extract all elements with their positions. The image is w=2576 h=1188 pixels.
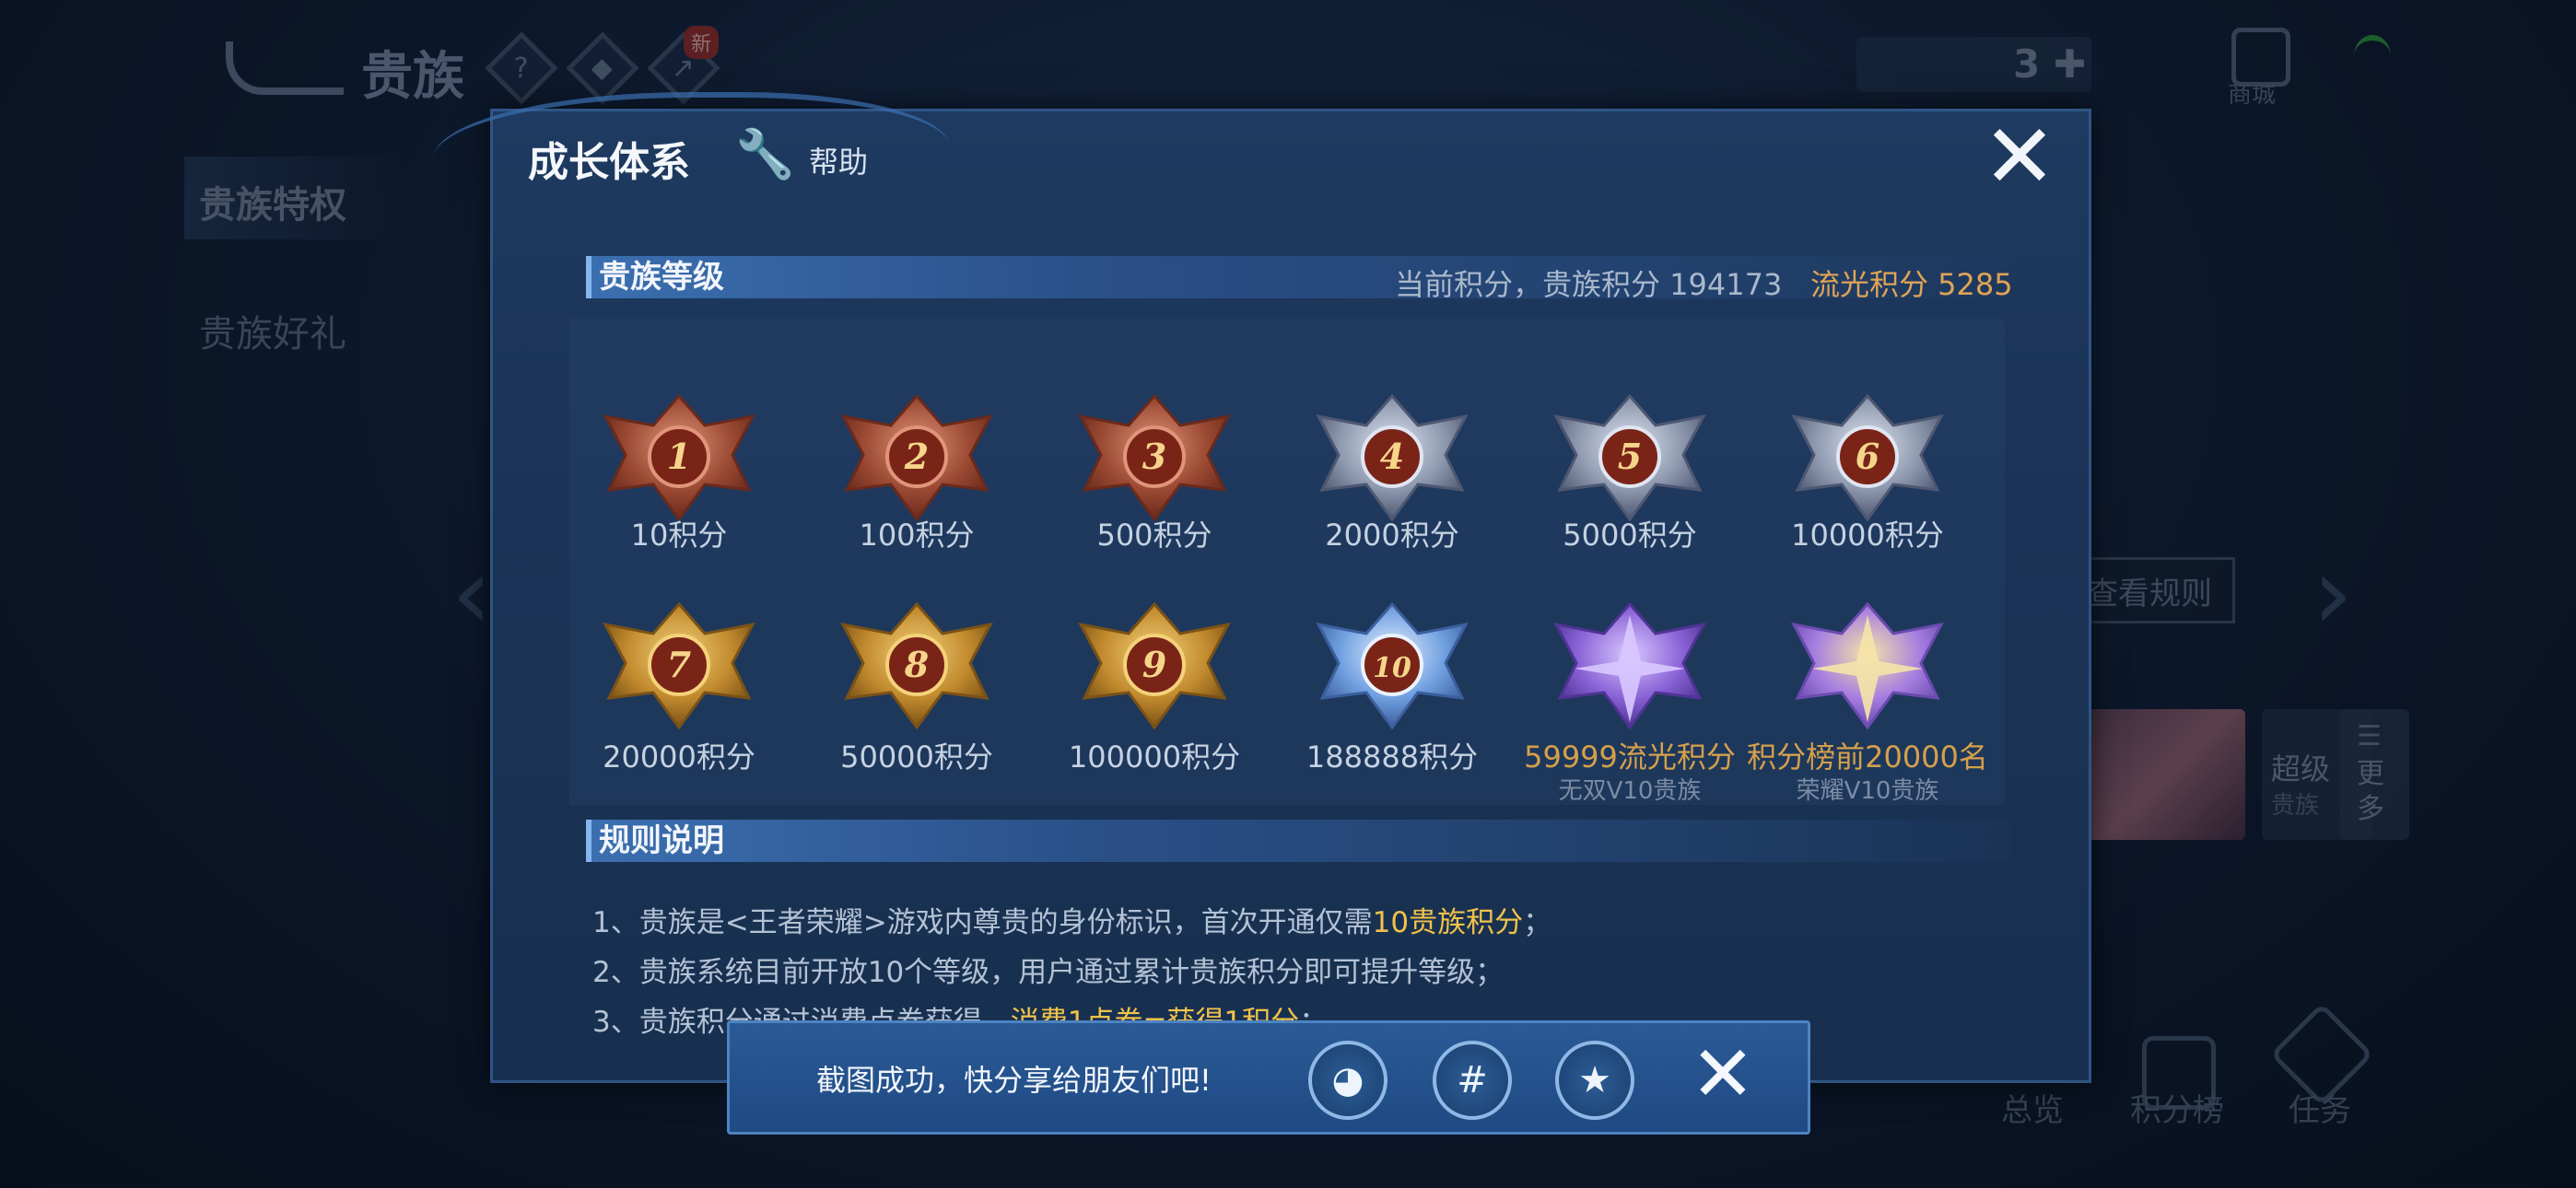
level-requirement: 积分榜前20000名	[1747, 740, 1988, 775]
svg-text:6: 6	[1856, 436, 1879, 477]
qzone-icon[interactable]: ★	[1555, 1041, 1634, 1120]
level-section-header: 贵族等级	[586, 256, 2010, 298]
close-button[interactable]: ✕	[1981, 112, 2058, 201]
level-requirement: 59999流光积分	[1524, 740, 1736, 775]
level-badge-8: 8	[825, 597, 1009, 735]
svg-text:1: 1	[667, 436, 691, 477]
wrench-icon[interactable]: 🔧	[735, 127, 795, 182]
svg-text:3: 3	[1142, 436, 1166, 477]
rule-1: 1、贵族是<王者荣耀>游戏内尊贵的身份标识，首次开通仅需10贵族积分；	[592, 906, 1552, 939]
svg-text:8: 8	[904, 644, 929, 685]
level-badge-7: 7	[587, 597, 771, 735]
dialog-title: 成长体系	[528, 139, 690, 186]
svg-text:10: 10	[1373, 652, 1411, 684]
header-ornament	[433, 92, 949, 227]
rules-section-title: 规则说明	[599, 822, 724, 859]
toast-close-button[interactable]: ✕	[1686, 1035, 1760, 1112]
level-requirement: 100积分	[859, 518, 975, 553]
current-score: 当前积分，贵族积分 194173	[1395, 267, 1783, 302]
liuguang-score: 流光积分 5285	[1810, 267, 2013, 302]
svg-text:2: 2	[904, 436, 929, 477]
level-subtitle: 无双V10贵族	[1558, 777, 1702, 805]
level-badge-6: 6	[1775, 389, 1960, 527]
level-badge-5: 5	[1538, 389, 1722, 527]
svg-text:9: 9	[1142, 644, 1166, 685]
svg-text:5: 5	[1618, 436, 1642, 477]
level-requirement: 500积分	[1096, 518, 1212, 553]
level-badge-2: 2	[825, 389, 1009, 527]
level-subtitle: 荣耀V10贵族	[1796, 777, 1939, 805]
level-badge-10: 10	[1300, 597, 1484, 735]
level-requirement: 50000积分	[840, 740, 993, 775]
rule-2: 2、贵族系统目前开放10个等级，用户通过累计贵族积分即可提升等级；	[592, 956, 1505, 989]
level-section-title: 贵族等级	[599, 259, 724, 296]
toast-message: 截图成功，快分享给朋友们吧!	[816, 1063, 1212, 1098]
level-badge-special-11	[1775, 597, 1960, 735]
level-badge-9: 9	[1062, 597, 1247, 735]
svg-text:7: 7	[667, 644, 691, 685]
level-requirement: 10积分	[630, 518, 728, 553]
level-requirement: 188888积分	[1306, 740, 1479, 775]
rules-section-header: 规则说明	[586, 820, 2010, 862]
level-badge-special-10	[1538, 597, 1722, 735]
svg-text:4: 4	[1380, 436, 1404, 477]
level-requirement: 5000积分	[1563, 518, 1697, 553]
help-link[interactable]: 帮助	[809, 139, 868, 181]
qq-icon[interactable]: ◕	[1308, 1041, 1388, 1120]
level-requirement: 2000积分	[1325, 518, 1459, 553]
level-badge-3: 3	[1062, 389, 1247, 527]
hashtag-icon[interactable]: #	[1433, 1041, 1512, 1120]
level-badge-4: 4	[1300, 389, 1484, 527]
level-requirement: 10000积分	[1791, 518, 1944, 553]
level-badge-1: 1	[587, 389, 771, 527]
level-requirement: 20000积分	[603, 740, 755, 775]
level-requirement: 100000积分	[1068, 740, 1241, 775]
